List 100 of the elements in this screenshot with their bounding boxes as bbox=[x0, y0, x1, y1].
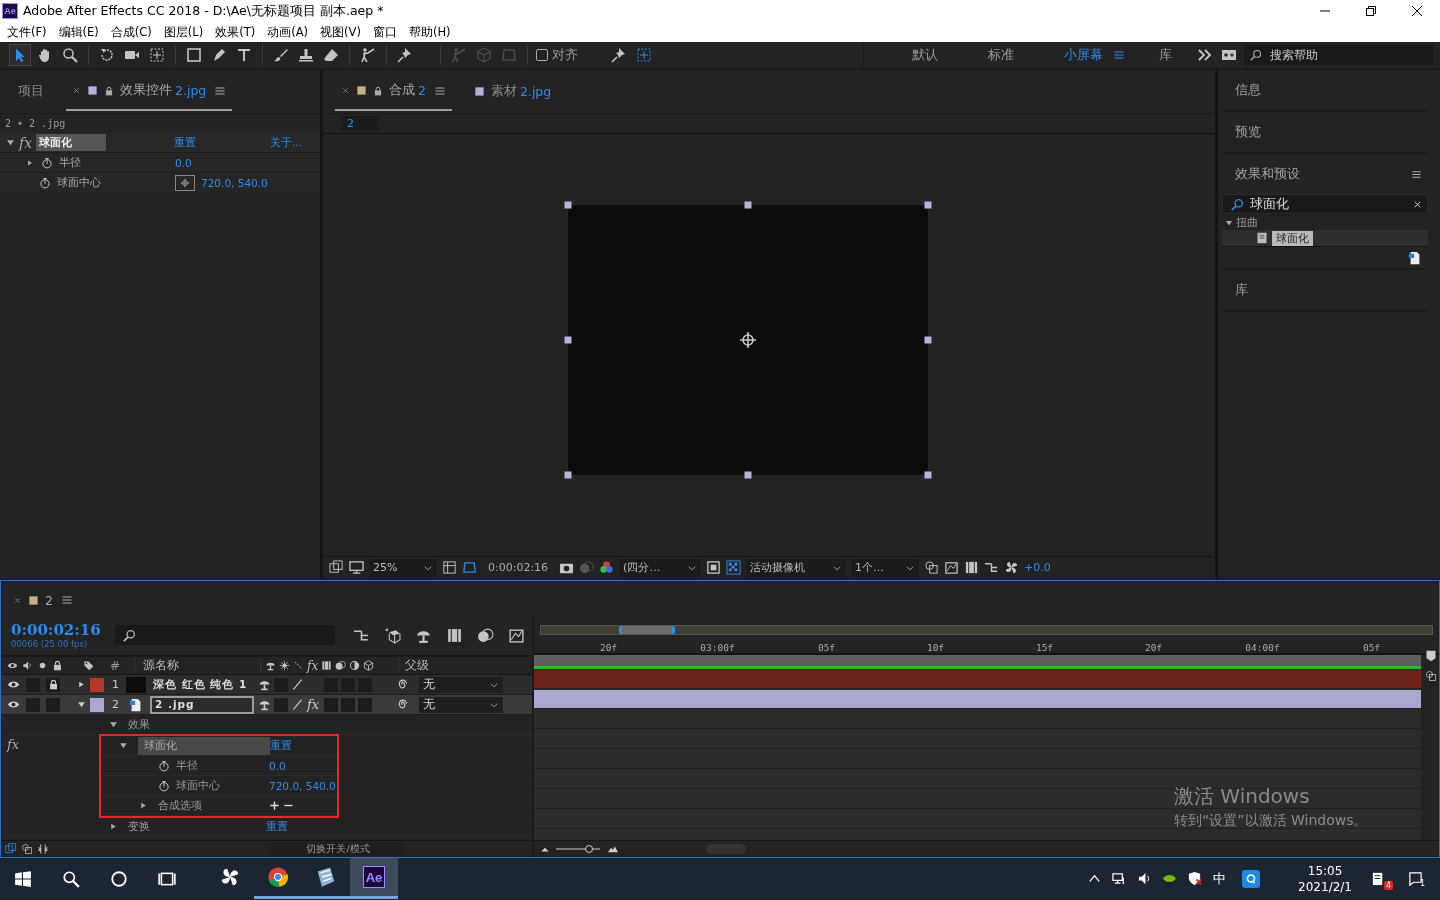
view-layout-dropdown[interactable]: 1个… bbox=[851, 558, 920, 577]
search-icon[interactable] bbox=[62, 869, 80, 888]
menu-item[interactable]: 动画(A) bbox=[262, 24, 316, 40]
in-out-icon[interactable] bbox=[37, 843, 49, 855]
stopwatch-icon[interactable] bbox=[158, 759, 170, 772]
point-picker-icon[interactable] bbox=[175, 174, 195, 191]
fast-preview-icon[interactable] bbox=[944, 560, 960, 575]
reset-link[interactable]: 重置 bbox=[174, 135, 197, 150]
reset-link[interactable]: 重置 bbox=[270, 738, 293, 753]
camera-dropdown[interactable]: 活动摄像机 bbox=[746, 558, 847, 577]
effect-item[interactable]: 球面化 bbox=[1272, 230, 1313, 246]
grid-icon[interactable] bbox=[442, 560, 457, 575]
motion-blur-toggle[interactable] bbox=[341, 697, 355, 712]
transform-handle[interactable] bbox=[564, 336, 572, 344]
panel-tab[interactable]: 项目 bbox=[12, 72, 50, 111]
pick-whip-icon[interactable] bbox=[396, 698, 409, 711]
panel-title[interactable]: 库 bbox=[1235, 281, 1248, 299]
exposure-icon[interactable] bbox=[1004, 560, 1020, 575]
lock-icon[interactable] bbox=[104, 85, 114, 96]
stopwatch-icon[interactable] bbox=[158, 779, 170, 792]
visibility-icon[interactable] bbox=[7, 698, 20, 711]
clock-time[interactable]: 15:05 bbox=[1307, 862, 1343, 879]
anchor-point-icon[interactable] bbox=[740, 332, 756, 348]
navigator-handle[interactable] bbox=[619, 626, 675, 634]
resolution-dropdown[interactable]: (四分… bbox=[619, 558, 702, 577]
quality-switch-icon[interactable] bbox=[291, 698, 304, 711]
add-icon[interactable] bbox=[269, 800, 280, 811]
layer-search-field[interactable] bbox=[115, 625, 335, 645]
menu-icon[interactable] bbox=[1411, 168, 1422, 180]
transform-handle[interactable] bbox=[924, 201, 932, 209]
property-value[interactable]: 0.0 bbox=[175, 156, 192, 169]
menu-item[interactable]: 合成(C) bbox=[105, 24, 159, 40]
flowchart-icon[interactable] bbox=[984, 560, 1000, 575]
transform-handle[interactable] bbox=[564, 471, 572, 479]
transform-handle[interactable] bbox=[924, 336, 932, 344]
parent-dropdown[interactable]: 无 bbox=[419, 676, 503, 693]
transform-handle[interactable] bbox=[744, 471, 752, 479]
clock-date[interactable]: 2021/2/1 bbox=[1298, 878, 1352, 895]
layer-name[interactable]: 2 .jpg bbox=[150, 695, 254, 714]
timecode[interactable]: 0:00:02:16 bbox=[11, 621, 105, 639]
new-preset-icon[interactable] bbox=[1408, 250, 1422, 265]
input-method[interactable]: 中 bbox=[1213, 869, 1227, 888]
disclosure-triangle-icon[interactable] bbox=[119, 741, 128, 750]
layer-name[interactable]: 深色 红色 纯色 1 bbox=[150, 677, 254, 692]
pinwheel-icon[interactable] bbox=[219, 866, 241, 888]
region-icon[interactable] bbox=[706, 560, 722, 575]
menu-item[interactable]: 窗口 bbox=[367, 24, 404, 40]
adjustment-toggle[interactable] bbox=[358, 697, 372, 712]
lock-toggle[interactable] bbox=[46, 677, 60, 692]
menu-item[interactable]: 文件(F) bbox=[2, 24, 54, 40]
crosshair-icon[interactable] bbox=[147, 45, 167, 65]
disclosure-triangle-icon[interactable] bbox=[77, 680, 86, 689]
start-icon[interactable] bbox=[14, 869, 32, 888]
transform-handle[interactable] bbox=[924, 471, 932, 479]
cortana-icon[interactable] bbox=[110, 869, 128, 888]
toggle-modes-button[interactable]: 切换开关/模式 bbox=[271, 842, 405, 856]
menu-item[interactable]: 编辑(E) bbox=[53, 24, 106, 40]
collapse-toggle[interactable] bbox=[274, 697, 288, 712]
help-search-field[interactable]: 搜索帮助 bbox=[1244, 45, 1434, 65]
security-icon[interactable] bbox=[1187, 871, 1203, 886]
layer-row[interactable]: 2 2 .jpg fx 无 bbox=[1, 695, 532, 715]
label-color[interactable] bbox=[90, 697, 104, 712]
quality-switch-icon[interactable] bbox=[291, 678, 304, 691]
menu-item[interactable]: 视图(V) bbox=[315, 24, 368, 40]
stopwatch-icon[interactable] bbox=[41, 156, 53, 169]
notepad-icon[interactable] bbox=[315, 866, 337, 888]
property-value[interactable]: 720.0, 540.0 bbox=[269, 779, 336, 792]
mask-visibility-icon[interactable] bbox=[462, 560, 477, 575]
property-name[interactable]: 球面化 bbox=[138, 736, 271, 755]
zoom-in-icon[interactable] bbox=[606, 844, 620, 854]
property-value[interactable]: 720.0, 540.0 bbox=[201, 176, 268, 189]
panel-tab[interactable]: 效果控件 2.jpg bbox=[66, 72, 233, 111]
timeline-icon[interactable] bbox=[964, 560, 980, 575]
property-value[interactable]: 0.0 bbox=[269, 759, 286, 772]
pick-whip-icon[interactable] bbox=[396, 678, 409, 691]
layer-switches-icon[interactable] bbox=[5, 843, 17, 855]
snap-icon[interactable] bbox=[1425, 670, 1437, 682]
category-name[interactable]: 扭曲 bbox=[1236, 215, 1258, 230]
reset-link[interactable]: 重置 bbox=[266, 819, 288, 834]
audio-toggle[interactable] bbox=[26, 697, 40, 712]
workspace-tab[interactable]: 小屏幕 bbox=[1036, 46, 1113, 64]
rectangle-icon[interactable] bbox=[184, 45, 204, 65]
transform-handle[interactable] bbox=[564, 201, 572, 209]
lock-icon[interactable] bbox=[373, 85, 383, 96]
disclosure-triangle-icon[interactable] bbox=[26, 158, 34, 167]
parent-dropdown[interactable]: 无 bbox=[419, 696, 503, 713]
frame-blending-icon[interactable] bbox=[446, 626, 463, 644]
panel-title[interactable]: 效果和预设 bbox=[1235, 165, 1300, 183]
restore-icon[interactable] bbox=[1366, 6, 1376, 16]
comp-marker-icon[interactable] bbox=[1425, 650, 1437, 662]
always-preview-icon[interactable] bbox=[329, 560, 344, 575]
effects-search-field[interactable]: 球面化 bbox=[1222, 194, 1428, 214]
transparency-grid-icon[interactable] bbox=[726, 560, 742, 575]
panel-title[interactable]: 信息 bbox=[1235, 81, 1261, 99]
visibility-icon[interactable] bbox=[7, 678, 20, 691]
snap-checkbox[interactable] bbox=[536, 49, 548, 61]
panel-tab[interactable]: 合成 2 bbox=[335, 72, 452, 111]
exposure-value[interactable]: +0.0 bbox=[1024, 561, 1051, 574]
graph-editor-icon[interactable] bbox=[508, 626, 525, 644]
magnifier-icon[interactable] bbox=[60, 45, 80, 65]
